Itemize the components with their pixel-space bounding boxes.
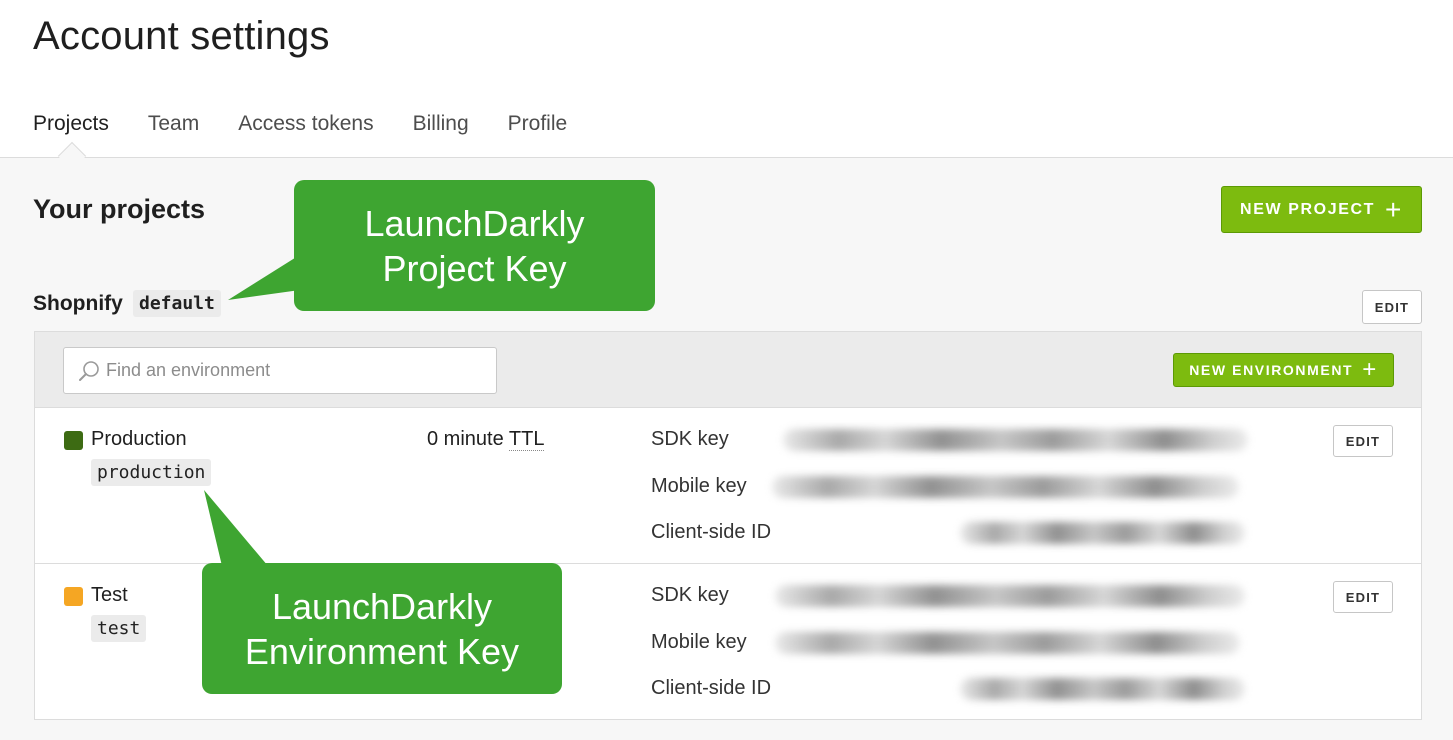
callout-line: LaunchDarkly [271,585,493,627]
project-key-callout-pointer [228,256,300,300]
callout-line: Environment Key [244,630,520,672]
callout-line: Project Key [382,247,567,289]
project-key-callout: LaunchDarkly Project Key [294,180,655,311]
environment-key-callout: LaunchDarkly Environment Key [202,563,562,694]
callout-line: LaunchDarkly [364,202,585,244]
environment-key-callout-pointer [204,490,268,566]
